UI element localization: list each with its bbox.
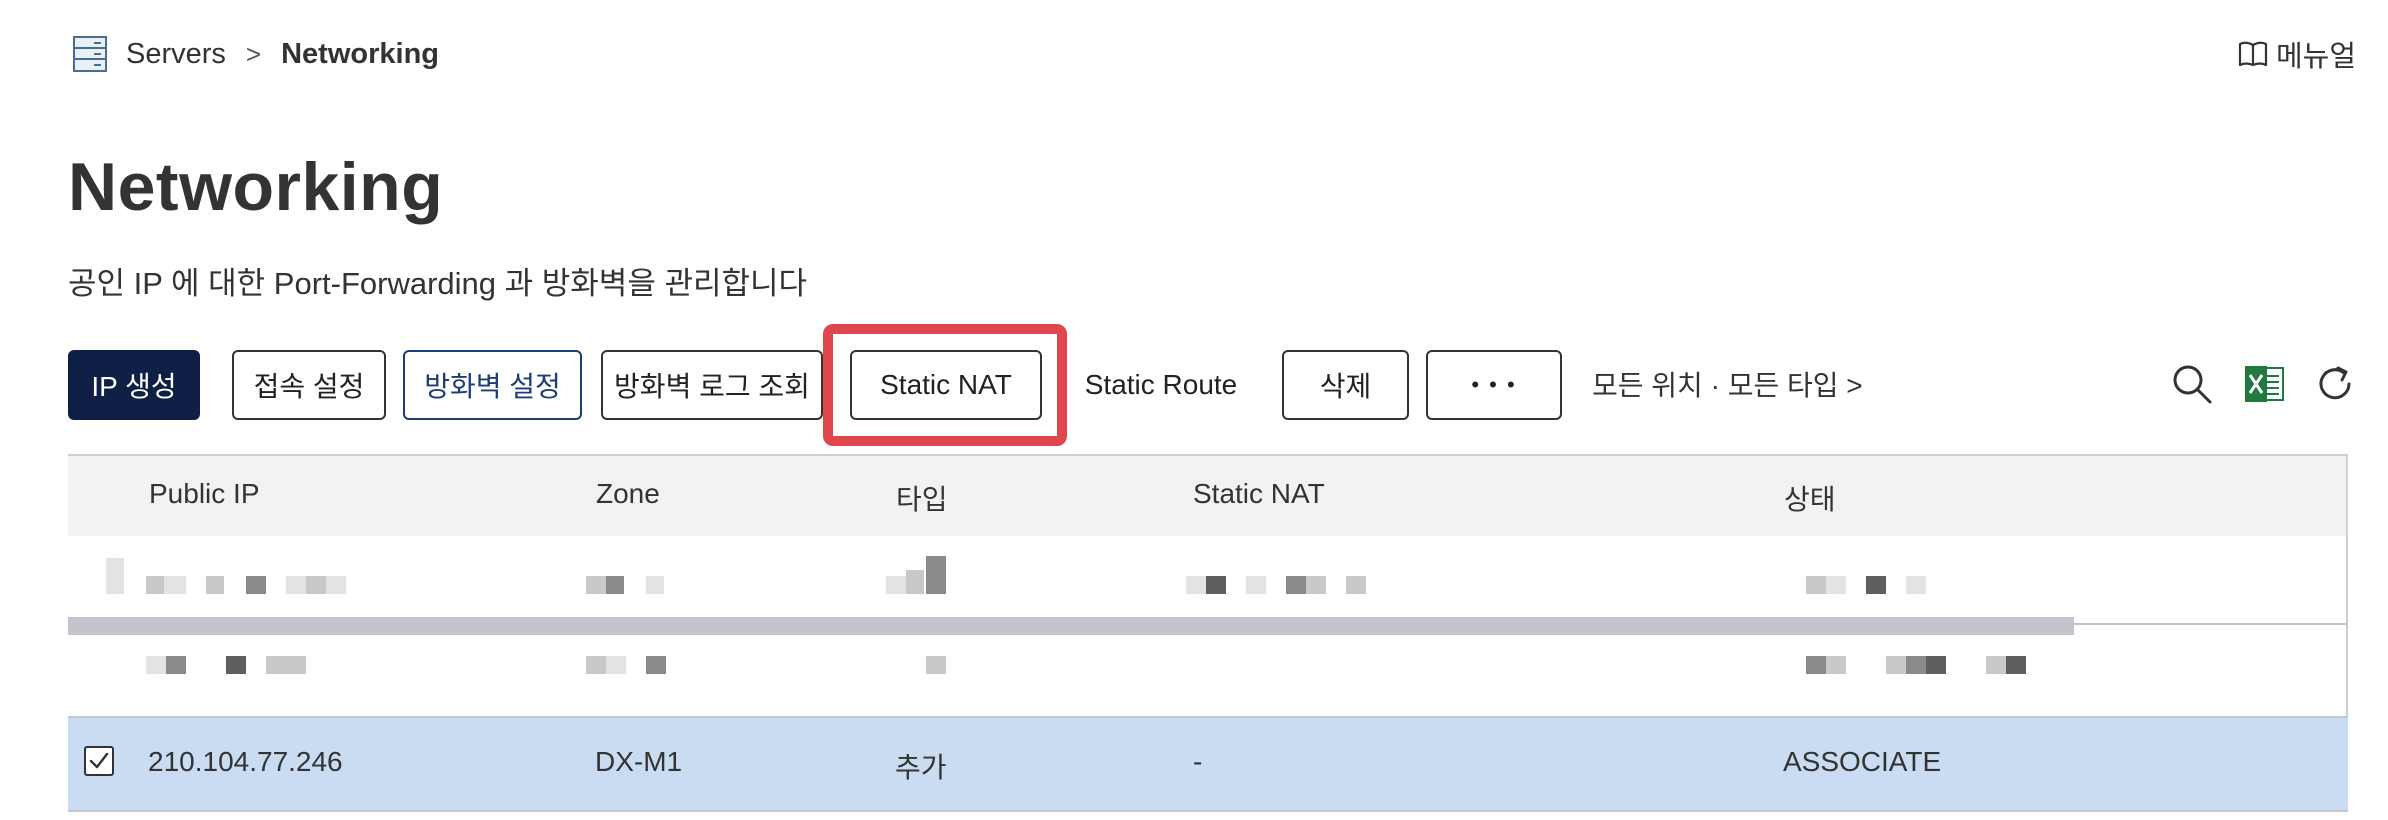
manual-label: 메뉴얼 — [2275, 41, 2356, 73]
more-button[interactable]: • • • — [1426, 350, 1562, 420]
column-header-static-nat[interactable]: Static NAT — [1193, 478, 1325, 510]
page-subtitle: 공인 IP 에 대한 Port-Forwarding 과 방화벽을 관리합니다 — [68, 266, 808, 301]
page-title: Networking — [68, 149, 444, 225]
breadcrumb-servers-link[interactable]: Servers — [126, 38, 226, 71]
create-ip-button[interactable]: IP 생성 — [68, 350, 200, 420]
firewall-settings-button[interactable]: 방화벽 설정 — [403, 350, 582, 420]
breadcrumb-separator: > — [245, 38, 262, 69]
refresh-icon[interactable] — [2313, 362, 2357, 406]
cell-public-ip: 210.104.77.246 — [148, 746, 343, 777]
location-type-filter[interactable]: 모든 위치 · 모든 타입 > — [1592, 364, 1863, 404]
column-header-public-ip[interactable]: Public IP — [149, 478, 260, 510]
table-row[interactable] — [68, 716, 2348, 812]
row-divider — [2074, 623, 2346, 625]
column-header-zone[interactable]: Zone — [596, 478, 660, 510]
delete-button[interactable]: 삭제 — [1282, 350, 1409, 420]
breadcrumb-current: Networking — [281, 37, 440, 70]
manual-link[interactable]: 메뉴얼 — [2238, 34, 2356, 74]
cell-zone: DX-M1 — [595, 746, 683, 777]
column-header-status[interactable]: 상태 — [1784, 478, 1836, 518]
column-header-type[interactable]: 타입 — [896, 478, 948, 518]
cell-status: ASSOCIATE — [1783, 746, 1942, 777]
excel-icon[interactable] — [2243, 362, 2287, 406]
cell-static-nat: - — [1193, 746, 1203, 777]
search-icon[interactable] — [2170, 362, 2214, 406]
static-route-button[interactable]: Static Route — [1070, 350, 1252, 420]
server-icon — [73, 36, 107, 72]
firewall-log-button[interactable]: 방화벽 로그 조회 — [601, 350, 823, 420]
cell-type: 추가 — [895, 752, 947, 783]
horizontal-scrollbar[interactable] — [68, 617, 2074, 635]
check-icon — [89, 752, 109, 769]
breadcrumb: Servers > Networking — [72, 32, 439, 76]
access-settings-button[interactable]: 접속 설정 — [232, 350, 386, 420]
row-checkbox[interactable] — [84, 746, 114, 776]
static-nat-highlight — [823, 324, 1067, 446]
book-icon — [2238, 41, 2268, 67]
